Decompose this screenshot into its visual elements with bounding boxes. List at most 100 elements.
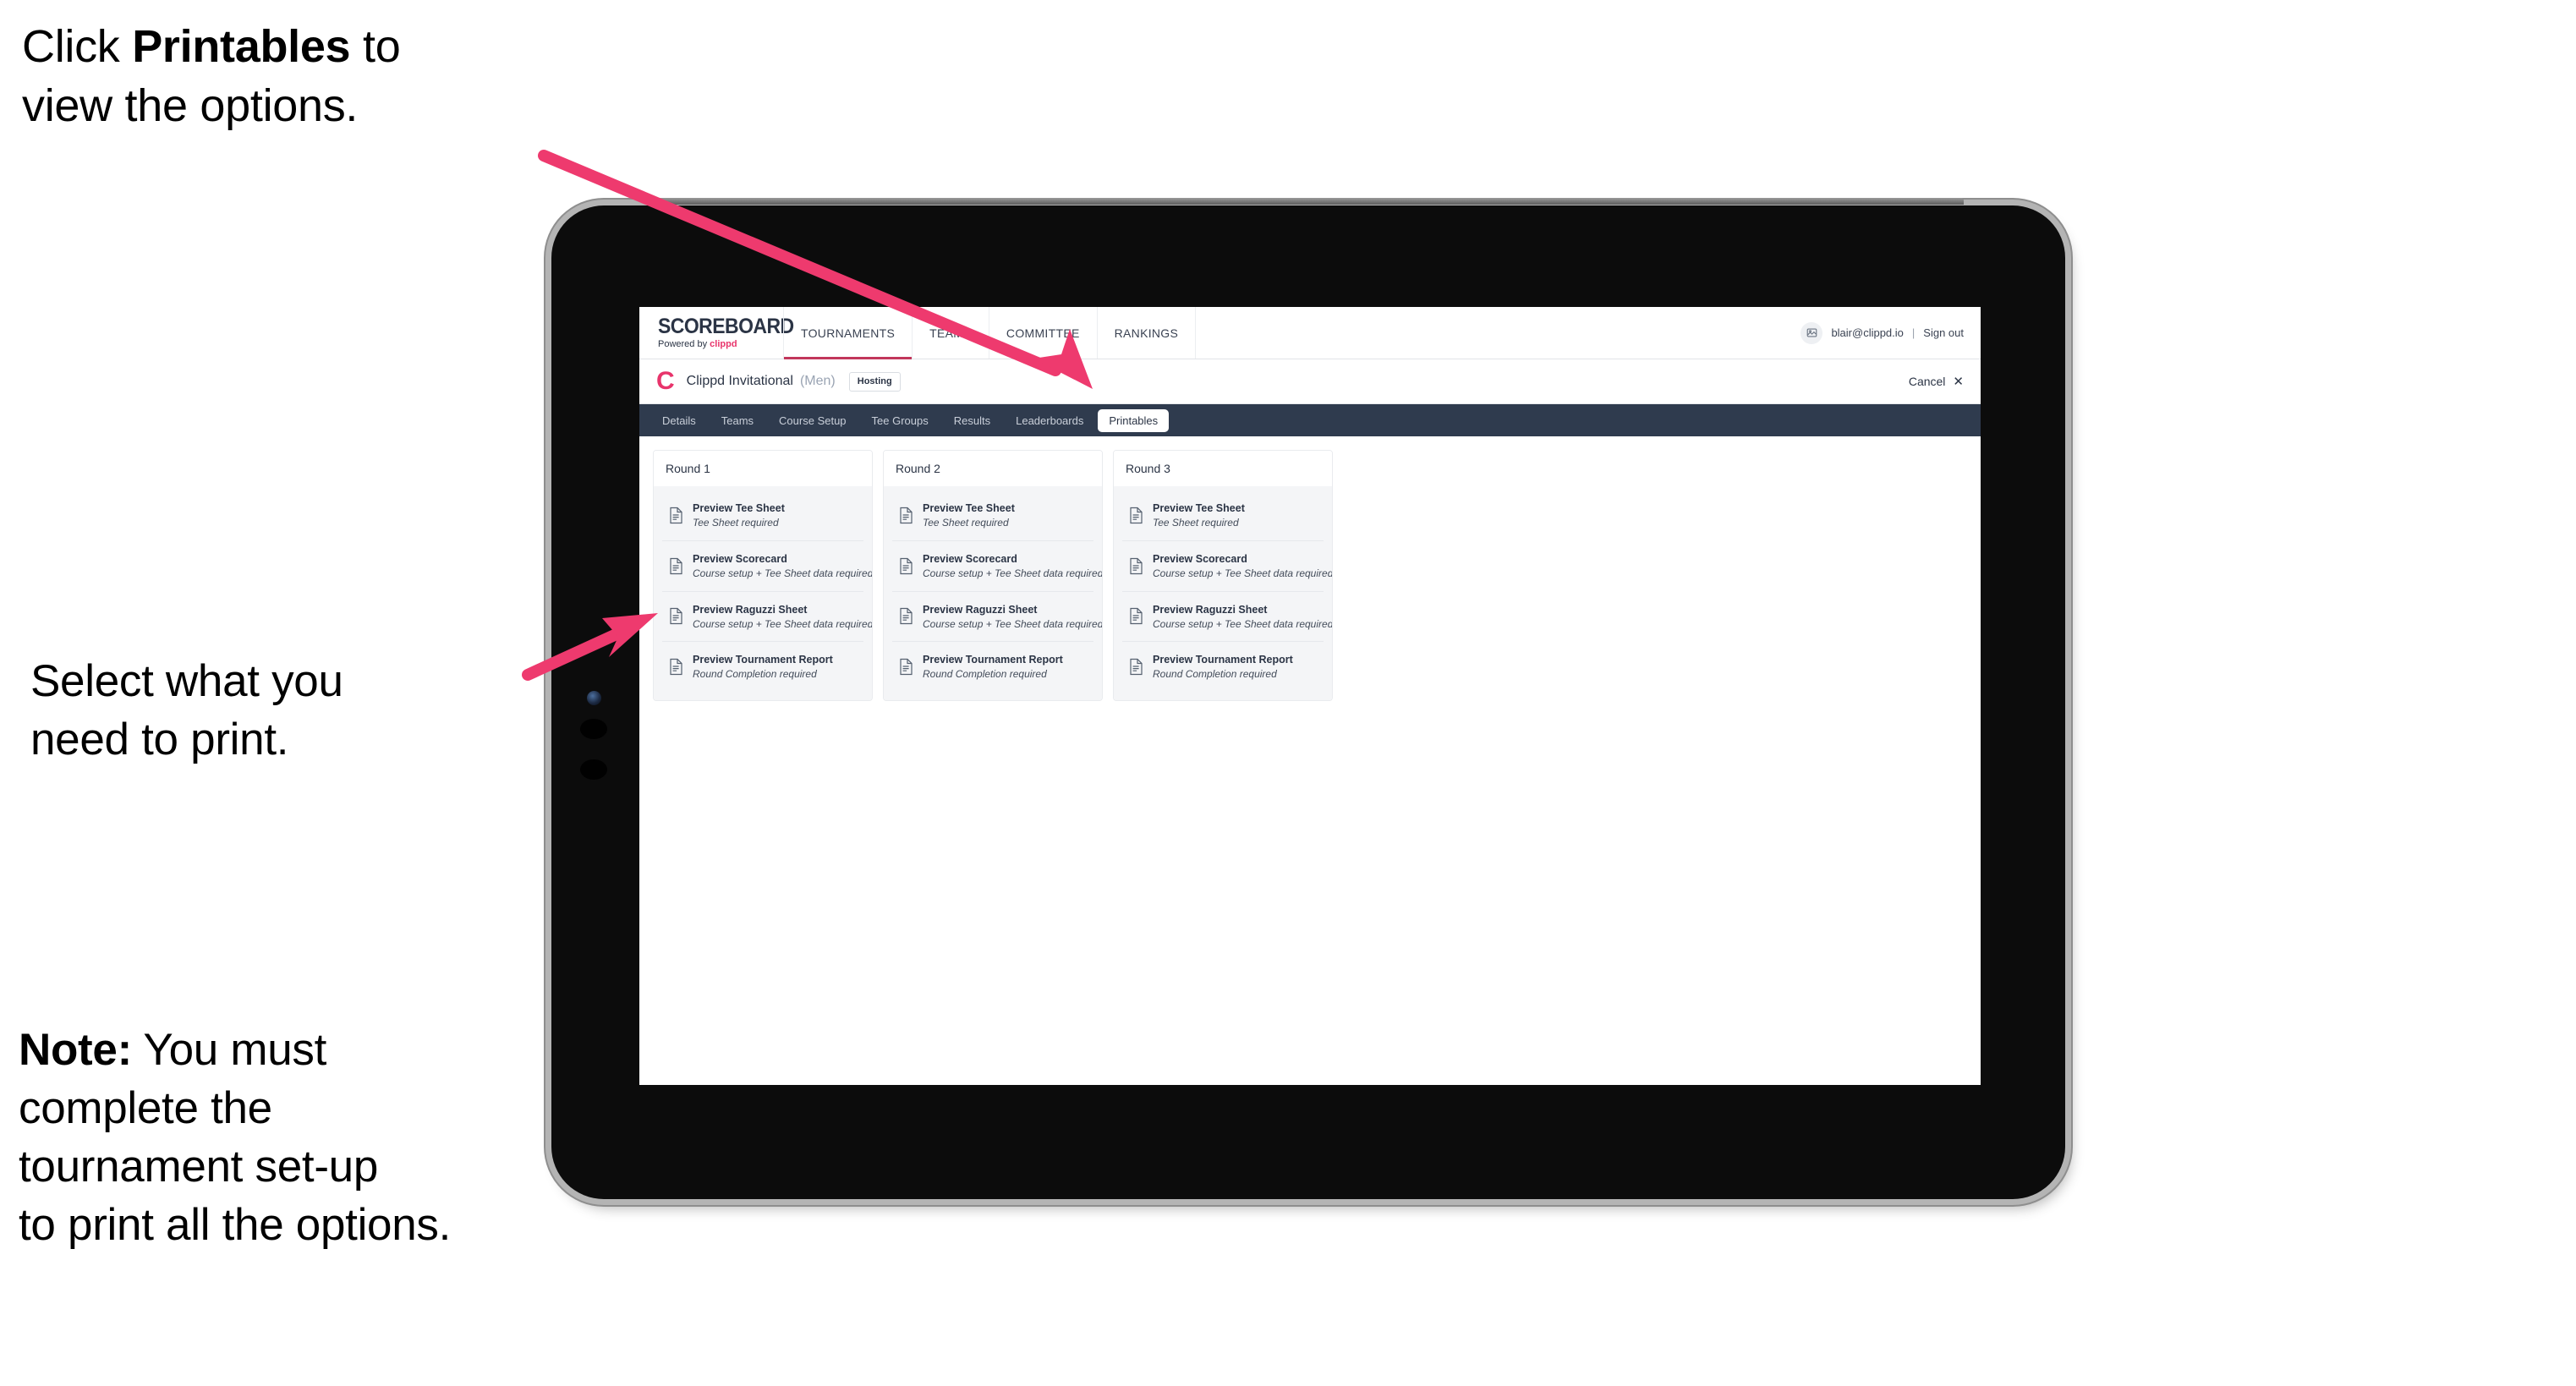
app-logo-subtitle: Powered by clippd [658,340,783,349]
avatar[interactable] [1800,321,1823,344]
top-nav-links: TOURNAMENTS TEAMS COMMITTEE RANKINGS [783,307,1800,359]
status-badge: Hosting [848,371,901,392]
printable-item-tee-sheet[interactable]: Preview Tee Sheet Tee Sheet required [1122,490,1324,541]
nav-link-rankings[interactable]: RANKINGS [1098,307,1197,359]
printable-item-subtitle: Course setup + Tee Sheet data required [923,617,1103,630]
nav-link-teams[interactable]: TEAMS [913,307,989,359]
printable-item-raguzzi-sheet[interactable]: Preview Raguzzi Sheet Course setup + Tee… [892,592,1103,643]
printable-item-text: Preview Scorecard Course setup + Tee She… [693,551,873,581]
sign-out-link[interactable]: Sign out [1923,326,1964,339]
volume-down-button[interactable] [580,759,607,780]
document-icon [899,658,913,676]
document-icon [1129,607,1143,625]
printable-item-title: Preview Raguzzi Sheet [1153,603,1268,616]
printable-item-title: Preview Scorecard [693,552,787,565]
printable-item-title: Preview Tournament Report [1153,654,1293,666]
cancel-button-label: Cancel [1908,375,1946,388]
printable-item-text: Preview Scorecard Course setup + Tee She… [1153,551,1333,581]
round-card-2-items: Preview Tee Sheet Tee Sheet required Pre… [884,486,1103,701]
printable-item-text: Preview Tournament Report Round Completi… [923,652,1063,682]
printable-item-subtitle: Course setup + Tee Sheet data required [1153,617,1333,630]
printable-item-title: Preview Tee Sheet [693,502,785,514]
tab-details[interactable]: Details [651,409,707,432]
printable-item-scorecard[interactable]: Preview Scorecard Course setup + Tee She… [892,541,1103,592]
round-card-1: Round 1 Preview Tee Sheet Tee Sheet requ… [653,450,873,702]
tab-tee-groups[interactable]: Tee Groups [861,409,940,432]
printable-item-subtitle: Course setup + Tee Sheet data required [693,617,873,630]
printable-item-subtitle: Round Completion required [923,668,1047,681]
top-nav-user-area: blair@clippd.io | Sign out [1800,307,1981,359]
printable-item-title: Preview Scorecard [1153,552,1247,565]
annotation-note-line1: You must [131,1025,327,1075]
printable-item-tee-sheet[interactable]: Preview Tee Sheet Tee Sheet required [662,490,863,541]
printable-item-title: Preview Tee Sheet [1153,502,1245,514]
tab-results[interactable]: Results [943,409,1001,432]
clippd-logo-icon: C [656,367,675,395]
printable-item-text: Preview Raguzzi Sheet Course setup + Tee… [693,602,873,632]
powered-by-text: Powered by [658,339,710,349]
app-logo-title: SCOREBOARD [658,315,794,338]
printable-item-title: Preview Raguzzi Sheet [923,603,1038,616]
printable-item-tournament-report[interactable]: Preview Tournament Report Round Completi… [892,642,1093,692]
annotation-click-post: to [350,21,401,72]
annotation-select-line1: Select what you [30,656,343,706]
round-card-3: Round 3 Preview Tee Sheet Tee Sheet requ… [1113,450,1333,702]
document-icon [669,557,683,575]
volume-up-button[interactable] [580,719,607,739]
printable-item-title: Preview Raguzzi Sheet [693,603,808,616]
printable-item-subtitle: Round Completion required [1153,668,1277,681]
annotation-note-bold: Note: [19,1025,132,1075]
top-navigation-bar: SCOREBOARD Powered by clippd TOURNAMENTS… [639,307,1981,359]
front-camera-icon [587,691,601,705]
printable-item-subtitle: Tee Sheet required [923,517,1009,529]
tab-leaderboards[interactable]: Leaderboards [1005,409,1094,432]
printables-content: Round 1 Preview Tee Sheet Tee Sheet requ… [639,436,1981,702]
printable-item-title: Preview Scorecard [923,552,1017,565]
printable-item-scorecard[interactable]: Preview Scorecard Course setup + Tee She… [662,541,873,592]
printable-item-subtitle: Tee Sheet required [693,517,779,529]
printable-item-tournament-report[interactable]: Preview Tournament Report Round Completi… [662,642,863,692]
document-icon [899,507,913,524]
nav-link-tournaments[interactable]: TOURNAMENTS [783,307,913,359]
tournament-gender-label: (Men) [799,374,836,388]
clippd-brand-text: clippd [710,339,737,349]
tab-printables[interactable]: Printables [1098,408,1170,432]
annotation-note-line3: tournament set-up [19,1141,379,1192]
nav-link-committee[interactable]: COMMITTEE [989,307,1098,359]
round-card-2: Round 2 Preview Tee Sheet Tee Sheet requ… [883,450,1103,702]
printable-item-raguzzi-sheet[interactable]: Preview Raguzzi Sheet Course setup + Tee… [1122,592,1333,643]
user-email-label: blair@clippd.io [1831,326,1904,339]
tablet-screen: SCOREBOARD Powered by clippd TOURNAMENTS… [639,307,1981,1085]
printable-item-text: Preview Scorecard Course setup + Tee She… [923,551,1103,581]
printable-item-tee-sheet[interactable]: Preview Tee Sheet Tee Sheet required [892,490,1093,541]
printable-item-scorecard[interactable]: Preview Scorecard Course setup + Tee She… [1122,541,1333,592]
printable-item-text: Preview Tee Sheet Tee Sheet required [1153,501,1245,530]
tab-course-setup[interactable]: Course Setup [768,409,858,432]
round-card-2-title: Round 2 [884,451,1102,486]
tablet-top-edge-band [653,198,1964,205]
printable-item-subtitle: Course setup + Tee Sheet data required [923,567,1103,579]
document-icon [1129,658,1143,676]
annotation-click-printables: Click Printables to view the options. [22,17,580,135]
printable-item-raguzzi-sheet[interactable]: Preview Raguzzi Sheet Course setup + Tee… [662,592,873,643]
printable-item-text: Preview Raguzzi Sheet Course setup + Tee… [1153,602,1333,632]
cancel-button[interactable]: Cancel ✕ [1909,375,1964,388]
user-separator: | [1911,326,1916,339]
annotation-note-line4: to print all the options. [19,1199,452,1250]
printable-item-title: Preview Tee Sheet [923,502,1015,514]
tablet-device-frame: SCOREBOARD Powered by clippd TOURNAMENTS… [551,198,2065,1199]
annotation-select-line2: need to print. [30,714,289,764]
app-logo[interactable]: SCOREBOARD Powered by clippd [639,307,794,359]
annotation-click-bold: Printables [132,21,351,72]
tab-teams[interactable]: Teams [710,409,765,432]
user-image-icon [1806,328,1817,337]
printable-item-tournament-report[interactable]: Preview Tournament Report Round Completi… [1122,642,1324,692]
annotation-select-print: Select what you need to print. [30,653,555,770]
round-card-1-items: Preview Tee Sheet Tee Sheet required Pre… [654,486,873,701]
printable-item-subtitle: Course setup + Tee Sheet data required [1153,567,1333,579]
printable-item-text: Preview Raguzzi Sheet Course setup + Tee… [923,602,1103,632]
printable-item-subtitle: Tee Sheet required [1153,517,1239,529]
document-icon [899,557,913,575]
tournament-header-bar: C Clippd Invitational (Men) Hosting Canc… [639,359,1981,404]
printable-item-subtitle: Course setup + Tee Sheet data required [693,567,873,579]
